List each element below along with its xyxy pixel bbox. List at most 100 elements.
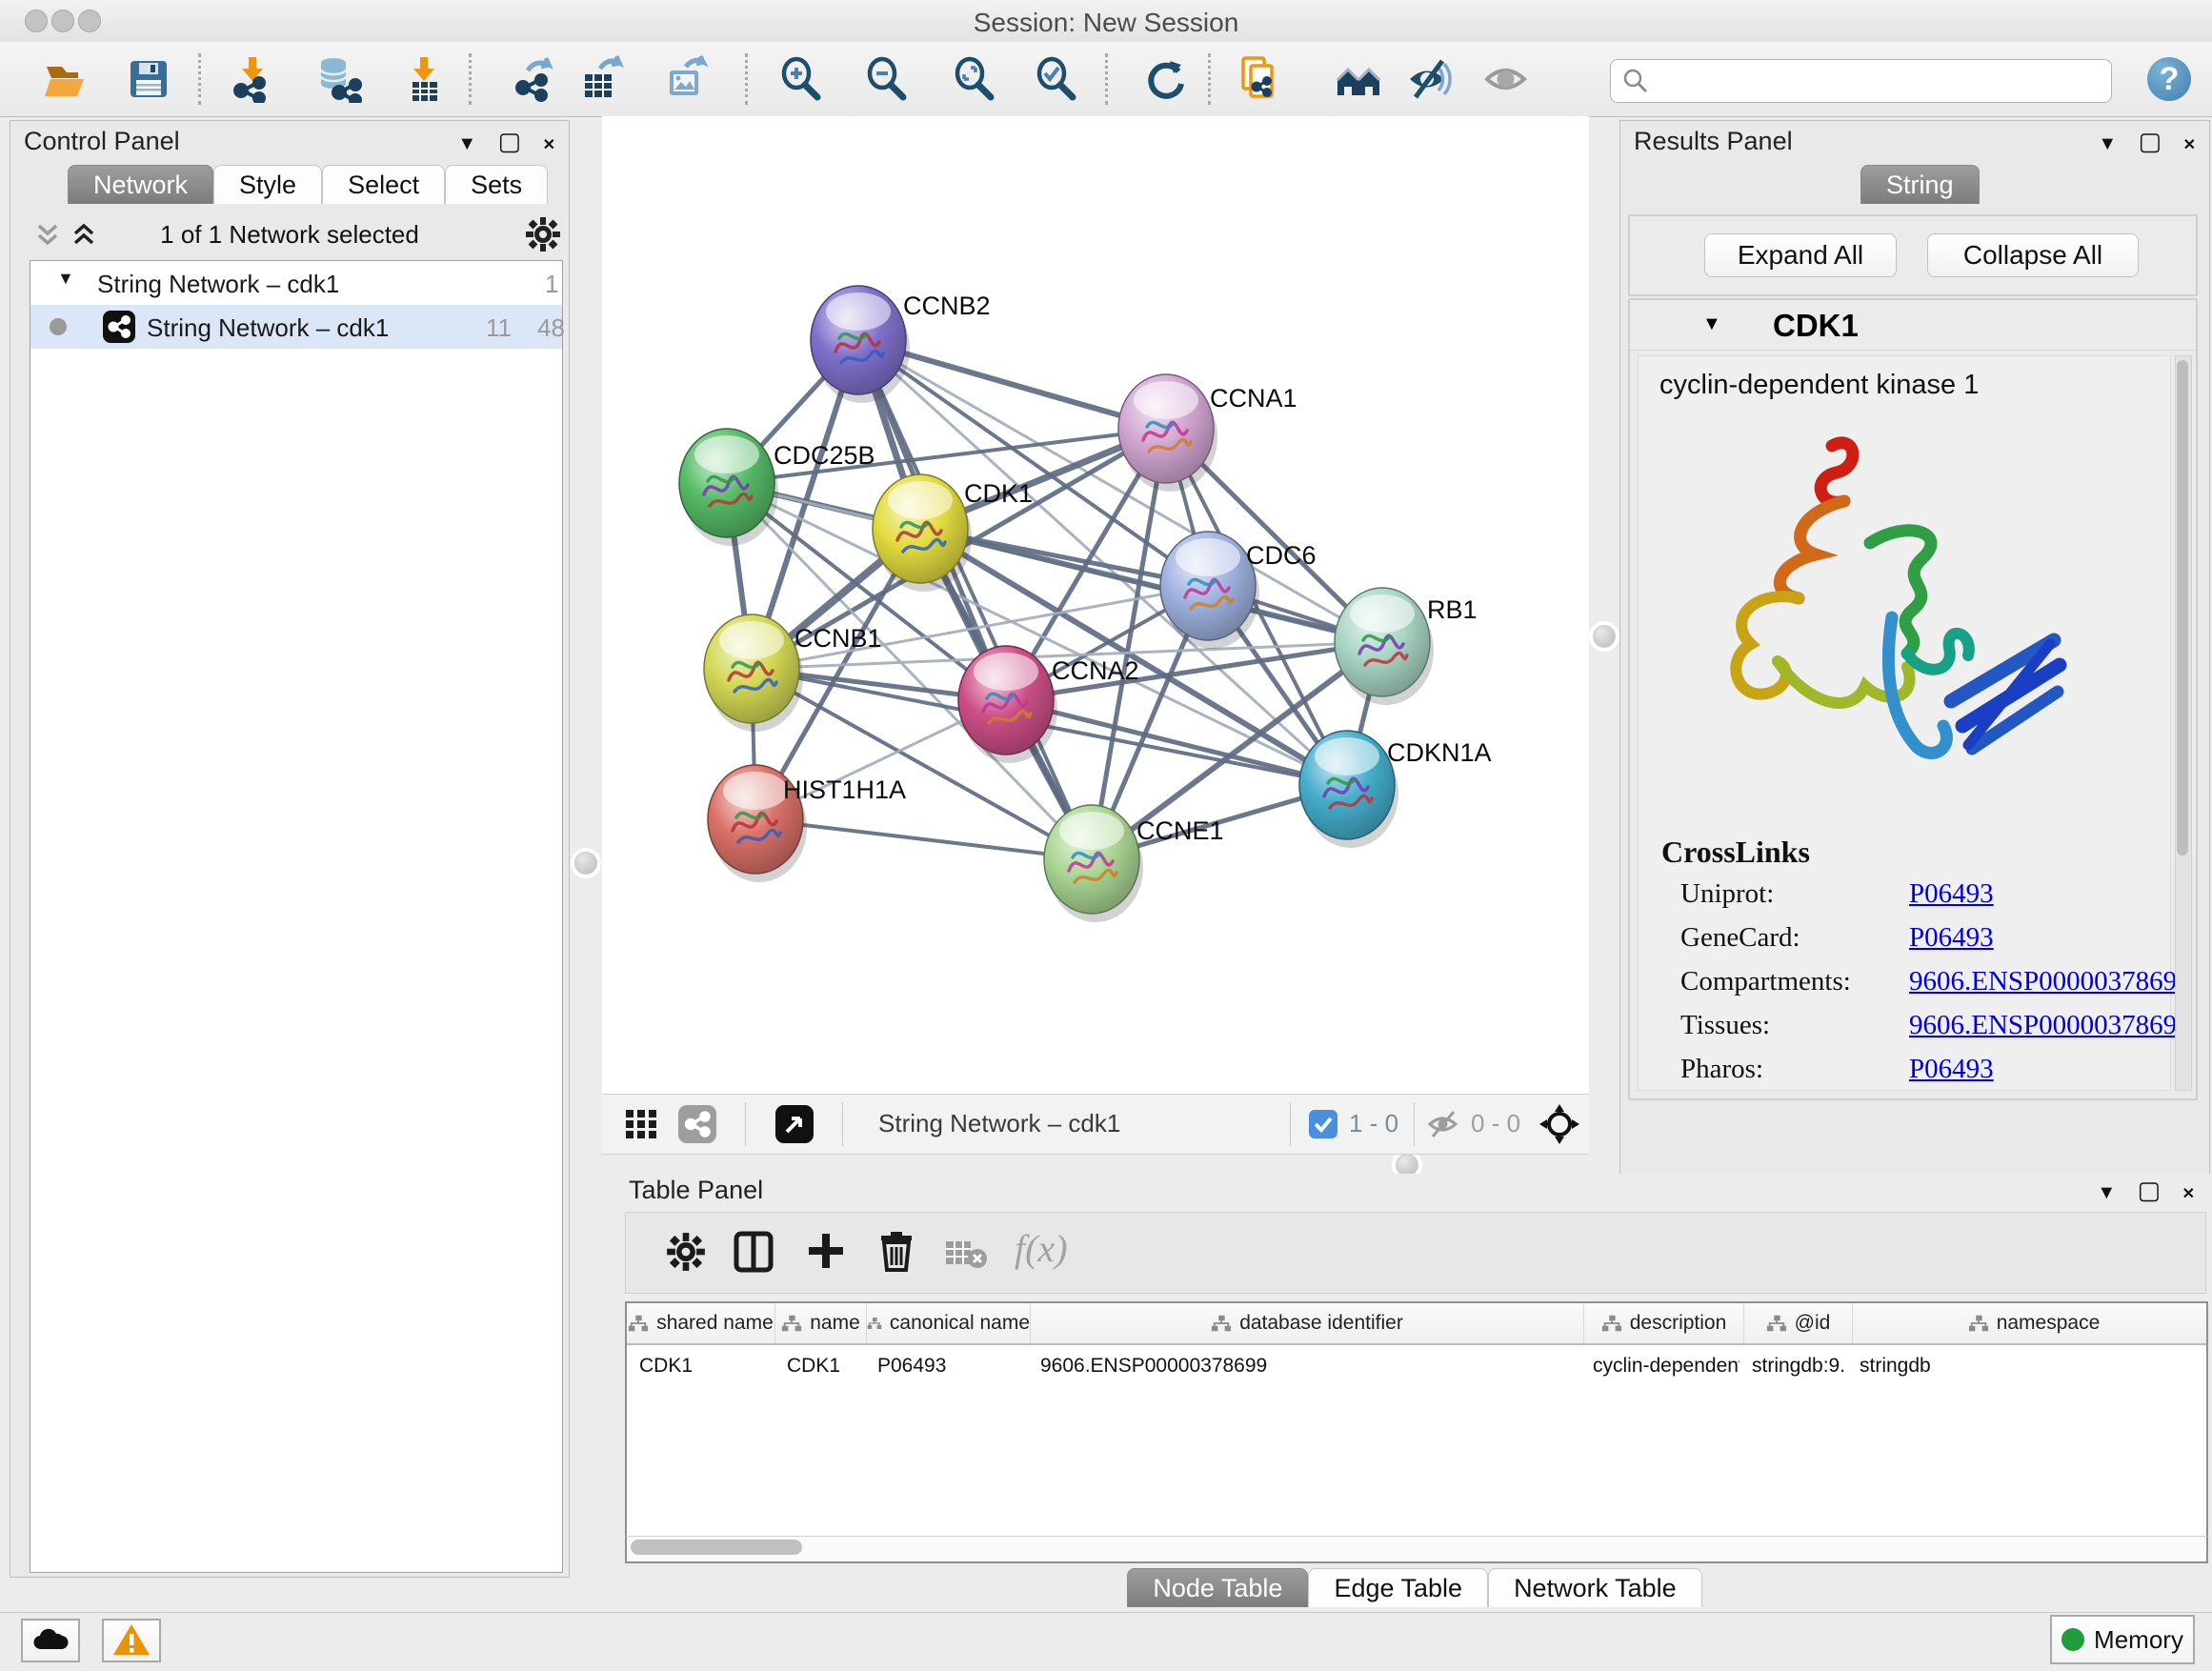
tab-select[interactable]: Select <box>322 165 445 204</box>
help-button[interactable]: ? <box>2147 57 2191 101</box>
node-cdc25b[interactable]: CDC25B <box>679 429 875 546</box>
string-view-badge-icon[interactable] <box>678 1105 716 1143</box>
export-table-icon[interactable] <box>579 55 627 103</box>
table-horizontal-scrollbar[interactable] <box>625 1536 2208 1563</box>
tab-style[interactable]: Style <box>213 165 322 204</box>
tab-string[interactable]: String <box>1860 165 1980 204</box>
results-scrollbar[interactable] <box>2175 355 2192 1091</box>
zoom-in-icon[interactable] <box>777 55 825 103</box>
node-ccne1[interactable]: CCNE1 <box>1044 805 1224 922</box>
hide-selected-icon[interactable] <box>1406 55 1454 103</box>
delete-columns-trash-icon[interactable] <box>875 1228 917 1278</box>
memory-button[interactable]: Memory <box>2050 1615 2195 1664</box>
first-neighbors-icon[interactable] <box>1336 55 1383 103</box>
show-all-icon[interactable] <box>1482 55 1530 103</box>
collection-expand-icon[interactable]: ▼ <box>57 269 74 289</box>
selected-checkbox-icon[interactable] <box>1309 1110 1337 1138</box>
node-ccna1[interactable]: CCNA1 <box>1118 374 1297 492</box>
crosslink-link[interactable]: 9606.ENSP00000378699 <box>1909 966 2191 997</box>
right-splitter-handle[interactable] <box>1593 625 1616 648</box>
create-column-plus-icon[interactable] <box>805 1230 847 1278</box>
table-gear-icon[interactable] <box>666 1232 706 1277</box>
results-scrollbar-thumb[interactable] <box>2177 360 2188 856</box>
delete-table-icon[interactable] <box>944 1238 988 1275</box>
panel-float-icon[interactable]: ▢ <box>498 127 522 156</box>
apply-layout-icon[interactable] <box>1141 55 1189 103</box>
panel-float-icon[interactable]: ▢ <box>2138 1176 2162 1205</box>
control-panel: Control Panel ▼ ▢ ✕ NetworkStyleSelectSe… <box>10 120 570 1578</box>
panel-close-icon[interactable]: ✕ <box>543 135 555 154</box>
column-header-name[interactable]: name <box>775 1303 867 1343</box>
node-cdkn1a[interactable]: CDKN1A <box>1299 731 1492 848</box>
crosslink-link[interactable]: P06493 <box>1909 1054 1994 1085</box>
export-image-icon[interactable] <box>663 55 711 103</box>
warnings-button[interactable] <box>102 1619 161 1662</box>
network-canvas[interactable]: CCNB2CCNA1CDC25BCDK1CDC6RB1CCNB1CCNA2CDK… <box>602 116 1589 1094</box>
network-collection-row[interactable]: ▼ String Network – cdk1 1 <box>30 261 562 305</box>
node-rb1[interactable]: RB1 <box>1335 588 1478 705</box>
zoom-selected-icon[interactable] <box>1033 55 1080 103</box>
table-cell[interactable]: cyclin-dependent ... <box>1580 1345 1739 1387</box>
export-network-icon[interactable] <box>511 55 558 103</box>
panel-close-icon[interactable]: ✕ <box>2183 135 2196 154</box>
birdseye-grid-icon[interactable] <box>625 1108 659 1145</box>
column-header-description[interactable]: description <box>1584 1303 1744 1343</box>
results-actions-box: Expand All Collapse All <box>1628 214 2198 296</box>
panel-collapse-icon[interactable]: ▼ <box>457 133 476 155</box>
panel-float-icon[interactable]: ▢ <box>2139 127 2162 156</box>
search-input[interactable] <box>1610 59 2112 103</box>
tab-sets[interactable]: Sets <box>445 165 548 204</box>
table-cell[interactable]: CDK1 <box>774 1345 865 1387</box>
network-node-count: 11 <box>486 313 512 343</box>
import-network-file-icon[interactable] <box>229 55 276 103</box>
show-columns-icon[interactable] <box>733 1230 774 1278</box>
network-options-gear-icon[interactable] <box>525 216 561 257</box>
table-cell[interactable]: stringdb:9... <box>1739 1345 1847 1387</box>
table-row[interactable]: CDK1CDK1P064939606.ENSP00000378699cyclin… <box>627 1345 2206 1387</box>
left-splitter-handle[interactable] <box>574 852 597 875</box>
column-header-canonical-name[interactable]: canonical name <box>867 1303 1031 1343</box>
collapse-all-button[interactable]: Collapse All <box>1927 233 2139 277</box>
table-cell[interactable]: stringdb <box>1847 1345 2209 1387</box>
column-header-shared-name[interactable]: shared name <box>627 1303 775 1343</box>
panel-close-icon[interactable]: ✕ <box>2182 1184 2195 1203</box>
panel-collapse-icon[interactable]: ▼ <box>2098 133 2117 155</box>
panel-collapse-icon[interactable]: ▼ <box>2097 1182 2116 1204</box>
function-builder-icon[interactable]: f(x) <box>1015 1226 1068 1271</box>
tab-edge-table[interactable]: Edge Table <box>1308 1568 1488 1607</box>
node-ccnb2[interactable]: CCNB2 <box>811 286 991 403</box>
node-cdk1[interactable]: CDK1 <box>873 474 1033 592</box>
table-cell[interactable]: 9606.ENSP00000378699 <box>1028 1345 1580 1387</box>
column-header-namespace[interactable]: namespace <box>1853 1303 2212 1343</box>
table-scrollbar-thumb[interactable] <box>631 1540 802 1555</box>
automation-cloud-button[interactable] <box>21 1619 80 1662</box>
crosslink-link[interactable]: P06493 <box>1909 878 1994 910</box>
table-cell[interactable]: P06493 <box>865 1345 1028 1387</box>
open-session-icon[interactable] <box>42 55 90 103</box>
crosslink-link[interactable]: 9606.ENSP00000378699 <box>1909 1010 2191 1041</box>
table-cell[interactable]: CDK1 <box>627 1345 774 1387</box>
hidden-node-edge-counts: 0 - 0 <box>1471 1109 1520 1138</box>
zoom-fit-icon[interactable] <box>951 55 998 103</box>
expand-all-button[interactable]: Expand All <box>1704 233 1897 277</box>
entry-expand-icon[interactable]: ▼ <box>1702 313 1721 335</box>
crosslink-link[interactable]: P06493 <box>1909 922 1994 954</box>
column-header-database-identifier[interactable]: database identifier <box>1031 1303 1584 1343</box>
network-row[interactable]: String Network – cdk1 11 48 <box>30 305 562 349</box>
open-in-browser-icon[interactable] <box>775 1105 814 1143</box>
network-graph[interactable]: CCNB2CCNA1CDC25BCDK1CDC6RB1CCNB1CCNA2CDK… <box>602 116 1589 1094</box>
tab-network-table[interactable]: Network Table <box>1488 1568 1702 1607</box>
column-header-id[interactable]: @id <box>1744 1303 1853 1343</box>
import-table-file-icon[interactable] <box>400 55 448 103</box>
fit-selected-crosshair-icon[interactable] <box>1538 1102 1581 1151</box>
hidden-eye-icon[interactable] <box>1427 1110 1463 1143</box>
shared-column-icon <box>1211 1314 1232 1333</box>
import-network-database-icon[interactable] <box>315 55 363 103</box>
tab-network[interactable]: Network <box>68 165 213 204</box>
network-edge-count: 48 <box>537 313 565 343</box>
tab-node-table[interactable]: Node Table <box>1127 1568 1308 1607</box>
new-network-from-selection-icon[interactable] <box>1237 55 1284 103</box>
cdk1-entry-header[interactable]: ▼ CDK1 <box>1630 300 2196 351</box>
zoom-out-icon[interactable] <box>863 55 911 103</box>
save-session-icon[interactable] <box>125 55 172 103</box>
